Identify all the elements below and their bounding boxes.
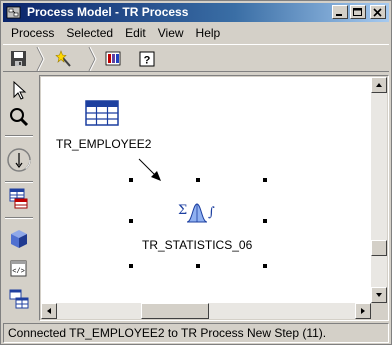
- minimize-button[interactable]: [332, 5, 348, 19]
- tool-palette: </>: [3, 75, 35, 321]
- maximize-button[interactable]: [350, 5, 366, 19]
- title-bar[interactable]: Process Model - TR Process: [3, 3, 389, 22]
- scroll-down-button[interactable]: [371, 287, 387, 303]
- connector-icon[interactable]: [4, 145, 34, 175]
- app-icon: [6, 5, 21, 20]
- selection-handle[interactable]: [263, 178, 267, 182]
- save-icon[interactable]: [9, 49, 29, 69]
- svg-text:∫: ∫: [208, 205, 215, 220]
- menu-view[interactable]: View: [152, 24, 190, 42]
- svg-text:</>: </>: [12, 268, 25, 276]
- scroll-left-button[interactable]: [41, 303, 57, 319]
- vertical-scrollbar[interactable]: [371, 77, 387, 303]
- scroll-corner: [371, 303, 387, 319]
- status-text: Connected TR_EMPLOYEE2 to TR Process New…: [8, 326, 327, 340]
- scroll-right-button[interactable]: [355, 303, 371, 319]
- window-title: Process Model - TR Process: [27, 5, 189, 19]
- menu-process[interactable]: Process: [3, 24, 60, 42]
- magic-wand-icon[interactable]: [55, 49, 75, 69]
- scroll-up-button[interactable]: [371, 77, 387, 93]
- selection-handle[interactable]: [196, 178, 200, 182]
- menu-help[interactable]: Help: [190, 24, 227, 42]
- palette-divider: [5, 181, 33, 183]
- table-step-icon[interactable]: [7, 187, 31, 211]
- code-step-icon[interactable]: </>: [7, 257, 31, 281]
- horizontal-scroll-thumb[interactable]: [141, 303, 209, 319]
- selection-handle[interactable]: [129, 178, 133, 182]
- toolbar-grip: [35, 46, 45, 72]
- selection-handle[interactable]: [263, 264, 267, 268]
- menu-bar: Process Selected Edit View Help: [3, 24, 389, 42]
- help-icon[interactable]: ?: [137, 49, 157, 69]
- svg-text:Σ: Σ: [178, 203, 187, 218]
- diagram-canvas[interactable]: TR_EMPLOYEE2 Σ ∫ TR_STATISTICS_06: [41, 77, 371, 303]
- menu-selected[interactable]: Selected: [60, 24, 119, 42]
- cube-icon[interactable]: [7, 227, 31, 251]
- statistics-icon[interactable]: Σ ∫: [177, 200, 217, 226]
- selection-handle[interactable]: [129, 264, 133, 268]
- menu-edit[interactable]: Edit: [119, 24, 152, 42]
- color-palette-icon[interactable]: [103, 49, 123, 69]
- vertical-scroll-thumb[interactable]: [371, 240, 387, 256]
- palette-divider: [5, 217, 33, 219]
- horizontal-scrollbar[interactable]: [41, 303, 371, 319]
- close-button[interactable]: [370, 5, 386, 19]
- process-model-window: Process Model - TR Process Process Selec…: [0, 0, 392, 345]
- node-label-statistics[interactable]: TR_STATISTICS_06: [142, 238, 252, 252]
- node-label-employee[interactable]: TR_EMPLOYEE2: [56, 137, 151, 151]
- status-bar: Connected TR_EMPLOYEE2 to TR Process New…: [3, 323, 389, 343]
- pointer-icon[interactable]: [7, 79, 31, 103]
- toolbar-grip: [87, 46, 97, 72]
- toolbar: ?: [3, 44, 389, 72]
- diagram-frame: TR_EMPLOYEE2 Σ ∫ TR_STATISTICS_06: [39, 75, 389, 321]
- transform-icon[interactable]: [7, 287, 31, 311]
- selection-handle[interactable]: [196, 264, 200, 268]
- selection-handle[interactable]: [263, 219, 267, 223]
- zoom-icon[interactable]: [7, 105, 31, 129]
- connector-arrow[interactable]: [137, 157, 167, 187]
- table-icon[interactable]: [85, 100, 119, 126]
- selection-handle[interactable]: [129, 219, 133, 223]
- palette-divider: [5, 135, 33, 137]
- svg-text:?: ?: [144, 55, 151, 67]
